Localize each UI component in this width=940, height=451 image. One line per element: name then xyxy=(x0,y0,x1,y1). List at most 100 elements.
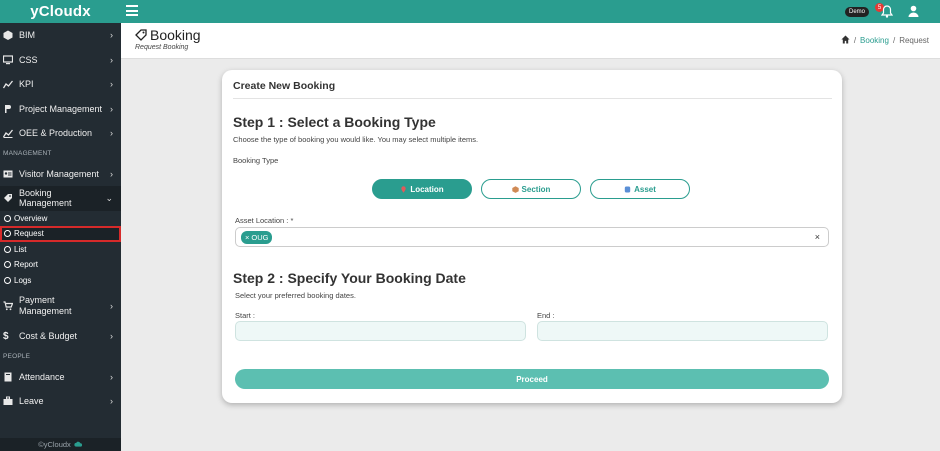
id-card-icon xyxy=(3,169,17,179)
demo-badge[interactable]: Demo xyxy=(845,7,870,17)
user-icon[interactable] xyxy=(908,5,919,17)
bell-icon[interactable] xyxy=(880,5,894,18)
step1-title: Step 1 : Select a Booking Type xyxy=(233,114,436,130)
breadcrumb-separator: / xyxy=(853,36,857,45)
sidebar-item-label: Payment Management xyxy=(19,295,72,316)
footer-text: ©yCloudx xyxy=(38,440,71,449)
sidebar-subitem-list[interactable]: List xyxy=(0,242,121,258)
book-icon xyxy=(3,372,17,382)
area-chart-icon xyxy=(3,128,17,139)
breadcrumb-separator: / xyxy=(892,36,896,45)
page-header: Booking Request Booking / Booking / Requ… xyxy=(121,23,940,59)
page-subtitle: Request Booking xyxy=(135,44,189,51)
booking-type-location-button[interactable]: Location xyxy=(372,179,472,199)
step1-description: Choose the type of booking you would lik… xyxy=(233,135,479,144)
sidebar-item-label: CSS xyxy=(19,54,38,65)
end-date-label: End : xyxy=(537,311,555,320)
sidebar-subitem-label: Report xyxy=(14,260,39,270)
sidebar-item-project-management[interactable]: Project Management › xyxy=(0,97,121,122)
box-icon xyxy=(511,185,519,193)
sidebar-item-label: BIM xyxy=(19,30,36,41)
sidebar-item-label: Project Management xyxy=(19,103,103,114)
breadcrumb-link-booking[interactable]: Booking xyxy=(860,36,889,45)
brand-logo[interactable]: yCloudx xyxy=(0,0,121,23)
database-icon xyxy=(624,186,631,193)
sidebar-item-leave[interactable]: Leave › xyxy=(0,389,121,414)
chevron-right-icon: › xyxy=(110,301,113,311)
sidebar-item-payment-management[interactable]: Payment Management › xyxy=(0,288,121,324)
proceed-button[interactable]: Proceed xyxy=(235,369,829,389)
chevron-right-icon: › xyxy=(110,79,113,90)
sidebar-subitem-report[interactable]: Report xyxy=(0,257,121,273)
sidebar-item-label: Booking Management xyxy=(19,188,72,209)
booking-type-asset-button[interactable]: Asset xyxy=(590,179,690,199)
end-date-input[interactable] xyxy=(537,321,828,341)
breadcrumb: / Booking / Request xyxy=(841,35,929,46)
asset-location-select[interactable]: × OUG × xyxy=(235,227,829,247)
sidebar-item-booking-management[interactable]: Booking Management ⌄ xyxy=(0,186,121,211)
tag-icon xyxy=(3,193,17,203)
chevron-right-icon: › xyxy=(110,30,113,41)
chevron-right-icon: › xyxy=(110,371,113,382)
start-date-input[interactable] xyxy=(235,321,526,341)
home-icon[interactable] xyxy=(841,35,850,46)
chevron-down-icon: ⌄ xyxy=(105,192,113,203)
start-date-label: Start : xyxy=(235,311,256,320)
sidebar-item-label: Attendance xyxy=(19,371,65,382)
circle-icon xyxy=(4,276,11,284)
map-pin-icon xyxy=(400,185,407,193)
booking-type-section-button[interactable]: Section xyxy=(481,179,581,199)
chevron-right-icon: › xyxy=(110,396,113,407)
tag-icon xyxy=(135,29,147,41)
create-booking-card: Create New Booking Step 1 : Select a Boo… xyxy=(222,70,842,403)
briefcase-icon xyxy=(3,396,17,406)
sidebar-item-cost-budget[interactable]: $ Cost & Budget › xyxy=(0,324,121,349)
step2-title: Step 2 : Specify Your Booking Date xyxy=(233,270,466,286)
cloud-icon xyxy=(74,440,83,449)
sidebar-item-kpi[interactable]: KPI › xyxy=(0,72,121,97)
sidebar-item-css[interactable]: CSS › xyxy=(0,48,121,73)
sidebar-item-label: OEE & Production xyxy=(19,128,93,139)
clear-selection-icon[interactable]: × xyxy=(815,232,820,242)
section-label-management: MANAGEMENT xyxy=(3,150,52,157)
card-title: Create New Booking xyxy=(233,80,336,92)
sidebar-item-visitor-management[interactable]: Visitor Management › xyxy=(0,162,121,187)
sidebar-subitem-request[interactable]: Request xyxy=(0,226,121,242)
sidebar: yCloudx BIM › CSS › KPI › Project Manage… xyxy=(0,0,121,451)
chip-remove-icon[interactable]: × xyxy=(245,233,249,242)
chevron-right-icon: › xyxy=(110,168,113,179)
sidebar-item-label: KPI xyxy=(19,79,34,90)
chevron-right-icon: › xyxy=(110,54,113,65)
selected-chip-oug[interactable]: × OUG xyxy=(241,231,273,244)
line-chart-icon xyxy=(3,79,17,89)
sidebar-item-label: Leave xyxy=(19,396,44,407)
sidebar-subitem-logs[interactable]: Logs xyxy=(0,273,121,289)
cube-icon xyxy=(3,30,17,41)
sidebar-subitem-label: List xyxy=(14,244,27,254)
divider xyxy=(233,98,832,99)
cart-icon xyxy=(3,301,17,311)
sidebar-subitem-label: Overview xyxy=(14,213,48,223)
chip-label: OUG xyxy=(251,233,269,242)
sidebar-item-oee-production[interactable]: OEE & Production › xyxy=(0,121,121,146)
sidebar-footer: ©yCloudx xyxy=(0,438,121,451)
hamburger-menu-icon[interactable] xyxy=(126,5,138,17)
chevron-right-icon: › xyxy=(110,331,113,342)
dollar-icon: $ xyxy=(3,330,9,342)
booking-type-label: Booking Type xyxy=(233,156,279,165)
circle-icon xyxy=(4,214,11,222)
chevron-right-icon: › xyxy=(110,103,113,114)
sidebar-item-attendance[interactable]: Attendance › xyxy=(0,365,121,390)
sidebar-subitem-overview[interactable]: Overview xyxy=(0,211,121,227)
page-title: Booking xyxy=(135,27,201,43)
sidebar-subitem-label: Request xyxy=(14,229,44,239)
chevron-right-icon: › xyxy=(110,128,113,139)
sidebar-item-bim[interactable]: BIM › xyxy=(0,23,121,48)
asset-location-label: Asset Location : * xyxy=(235,216,294,225)
circle-icon xyxy=(4,261,11,269)
step2-description: Select your preferred booking dates. xyxy=(235,291,356,300)
breadcrumb-current: Request xyxy=(899,36,929,45)
monitor-icon xyxy=(3,55,17,65)
sidebar-item-label: Cost & Budget xyxy=(19,331,78,342)
sidebar-subitem-label: Logs xyxy=(14,275,32,285)
